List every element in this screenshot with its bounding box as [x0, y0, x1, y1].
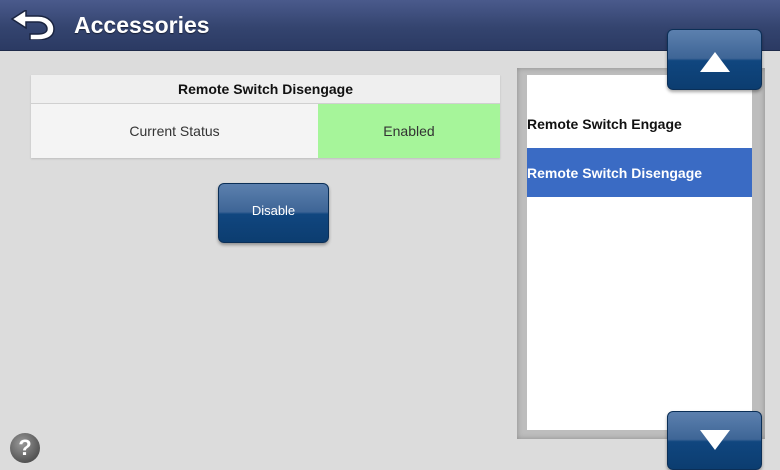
status-label: Current Status [31, 104, 318, 158]
up-arrow-icon [700, 52, 730, 72]
status-row: Current Status Enabled [31, 104, 500, 158]
page-title: Accessories [74, 12, 210, 38]
status-panel: Remote Switch Disengage Current Status E… [31, 75, 500, 158]
back-arrow-icon[interactable] [8, 10, 58, 40]
scroll-up-button[interactable] [667, 29, 762, 90]
list-item-remote-switch-disengage[interactable]: Remote Switch Disengage [527, 148, 752, 197]
scroll-down-button[interactable] [667, 411, 762, 470]
list-item-label: Remote Switch Disengage [527, 164, 703, 181]
list-item-label: Remote Switch Engage [527, 115, 682, 132]
disable-button-label: Disable [251, 202, 296, 218]
help-icon[interactable]: ? [10, 433, 40, 463]
list-item-remote-switch-engage[interactable]: Remote Switch Engage [527, 99, 752, 148]
down-arrow-icon [700, 430, 730, 450]
status-value: Enabled [318, 104, 500, 158]
accessory-list: Remote Switch Engage Remote Switch Disen… [527, 75, 752, 430]
panel-title: Remote Switch Disengage [31, 75, 500, 104]
disable-button[interactable]: Disable [218, 183, 329, 243]
title-bar: Accessories [0, 0, 780, 51]
